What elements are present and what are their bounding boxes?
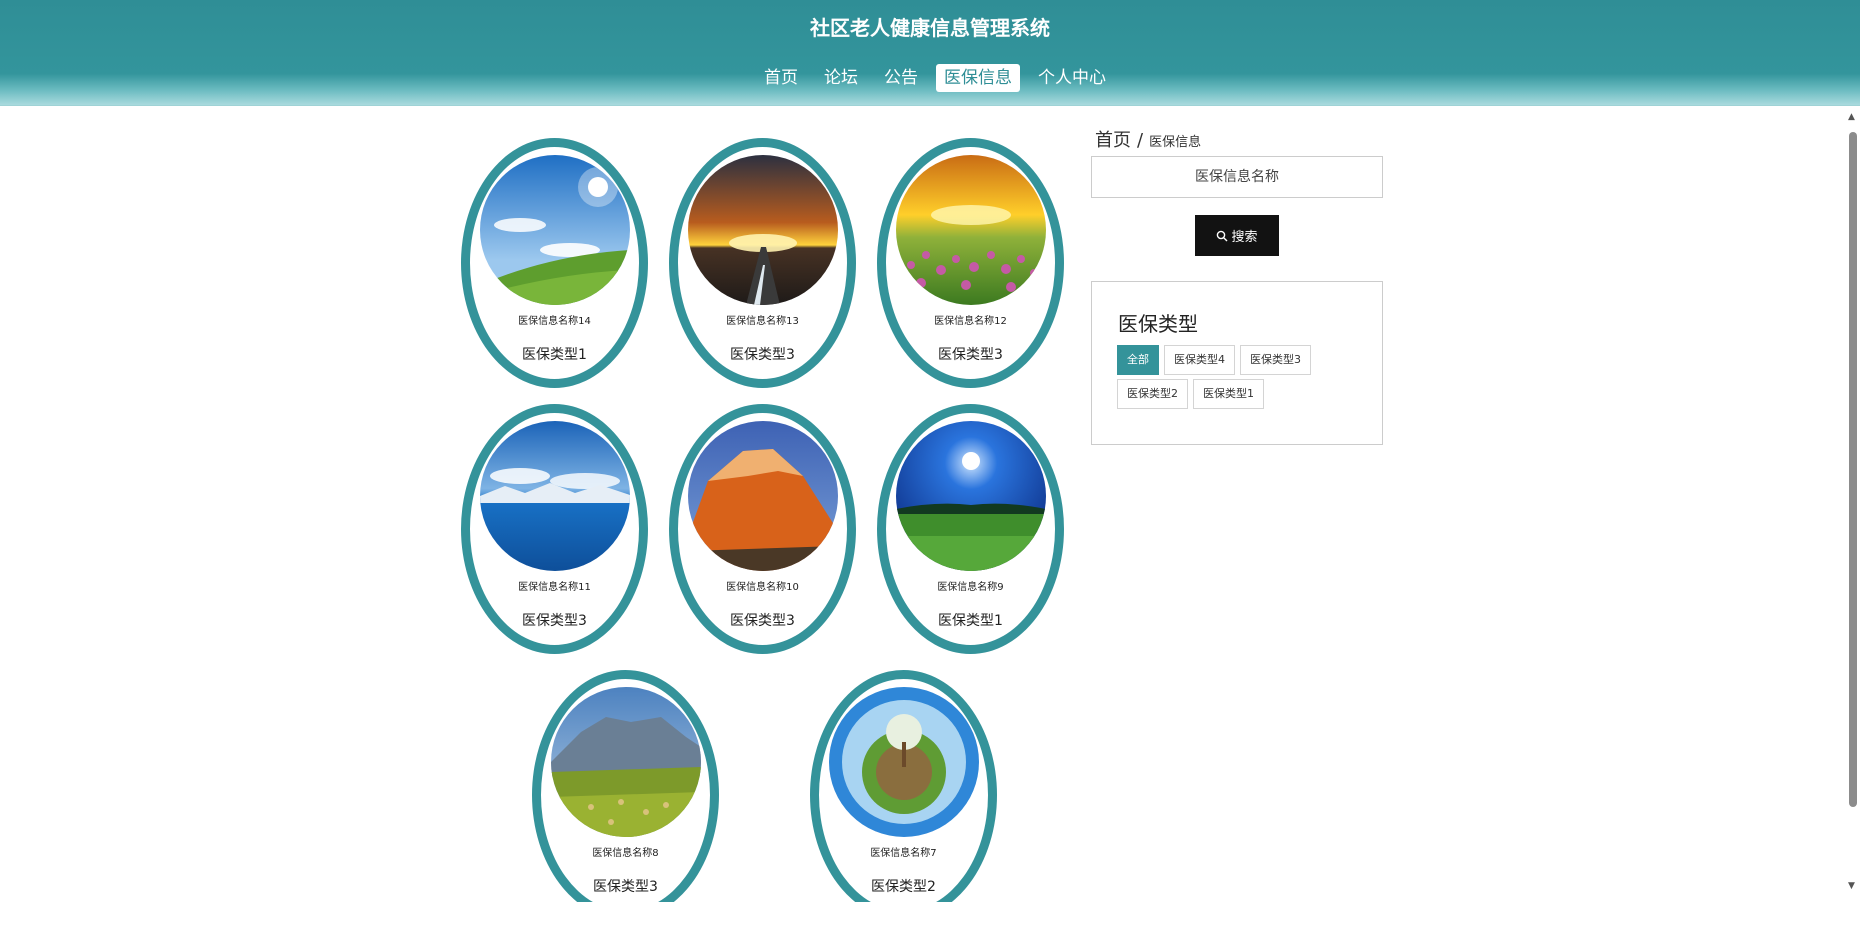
card-name: 医保信息名称10 [726,582,799,593]
top-header: 社区老人健康信息管理系统 首页 论坛 公告 医保信息 个人中心 [0,0,1860,106]
card-type: 医保类型2 [871,879,936,895]
insurance-card[interactable]: 医保信息名称12 医保类型3 [877,138,1064,388]
insurance-card[interactable]: 医保信息名称10 医保类型3 [669,404,856,654]
type-tag-4[interactable]: 医保类型4 [1164,345,1235,375]
main-nav: 首页 论坛 公告 医保信息 个人中心 [0,64,1860,92]
card-type: 医保类型3 [522,613,587,629]
type-tag-1[interactable]: 医保类型1 [1193,379,1264,409]
insurance-card[interactable]: 医保信息名称7 医保类型2 [810,670,997,902]
card-name: 医保信息名称8 [592,848,659,859]
scroll-up-icon[interactable]: ▲ [1848,112,1855,122]
insurance-card[interactable]: 医保信息名称8 医保类型3 [532,670,719,902]
card-type: 医保类型3 [938,347,1003,363]
insurance-card[interactable]: 医保信息名称9 医保类型1 [877,404,1064,654]
type-list: 全部 医保类型4 医保类型3 医保类型2 医保类型1 [1117,345,1377,409]
search-input[interactable] [1091,156,1383,198]
card-name: 医保信息名称12 [934,316,1007,327]
card-name: 医保信息名称7 [870,848,937,859]
breadcrumb-current: 医保信息 [1149,135,1202,150]
card-name: 医保信息名称13 [726,316,799,327]
search-button[interactable]: 搜索 [1195,215,1279,256]
type-tag-2[interactable]: 医保类型2 [1117,379,1188,409]
card-type: 医保类型3 [730,347,795,363]
breadcrumb: 首页 / 医保信息 [1095,126,1201,152]
nav-notice[interactable]: 公告 [876,64,926,92]
vertical-scrollbar[interactable]: ▲ ▼ [1845,106,1860,902]
card-type: 医保类型3 [730,613,795,629]
nav-home[interactable]: 首页 [756,64,806,92]
card-image [479,421,630,571]
card-name: 医保信息名称9 [937,582,1004,593]
search-icon [1217,230,1228,241]
type-tag-all[interactable]: 全部 [1117,345,1159,375]
card-type: 医保类型3 [593,879,658,895]
card-image [895,421,1046,571]
card-name: 医保信息名称14 [518,316,591,327]
insurance-card[interactable]: 医保信息名称13 医保类型3 [669,138,856,388]
breadcrumb-separator: / [1137,130,1144,151]
card-image [895,155,1046,305]
nav-personal-center[interactable]: 个人中心 [1030,64,1114,92]
insurance-card[interactable]: 医保信息名称14 医保类型1 [461,138,648,388]
card-name: 医保信息名称11 [518,582,591,593]
card-image [687,421,838,571]
scroll-thumb[interactable] [1849,132,1857,807]
insurance-type-filter: 医保类型 全部 医保类型4 医保类型3 医保类型2 医保类型1 [1091,281,1383,445]
card-image [828,687,979,837]
card-image [479,155,630,305]
card-image [687,155,838,305]
type-tag-3[interactable]: 医保类型3 [1240,345,1311,375]
card-type: 医保类型1 [522,347,587,363]
nav-forum[interactable]: 论坛 [816,64,866,92]
site-title: 社区老人健康信息管理系统 [810,16,1050,40]
nav-insurance-info[interactable]: 医保信息 [936,64,1020,92]
insurance-card[interactable]: 医保信息名称11 医保类型3 [461,404,648,654]
scroll-down-icon[interactable]: ▼ [1848,881,1855,891]
search-button-label: 搜索 [1231,230,1258,245]
main-content: 医保信息名称14 医保类型1 医保信息名称13 医保类型3 医保信息名称12 医… [0,106,1860,902]
filter-title: 医保类型 [1118,312,1198,336]
breadcrumb-home[interactable]: 首页 [1095,130,1131,151]
card-image [550,687,701,837]
card-type: 医保类型1 [938,613,1003,629]
